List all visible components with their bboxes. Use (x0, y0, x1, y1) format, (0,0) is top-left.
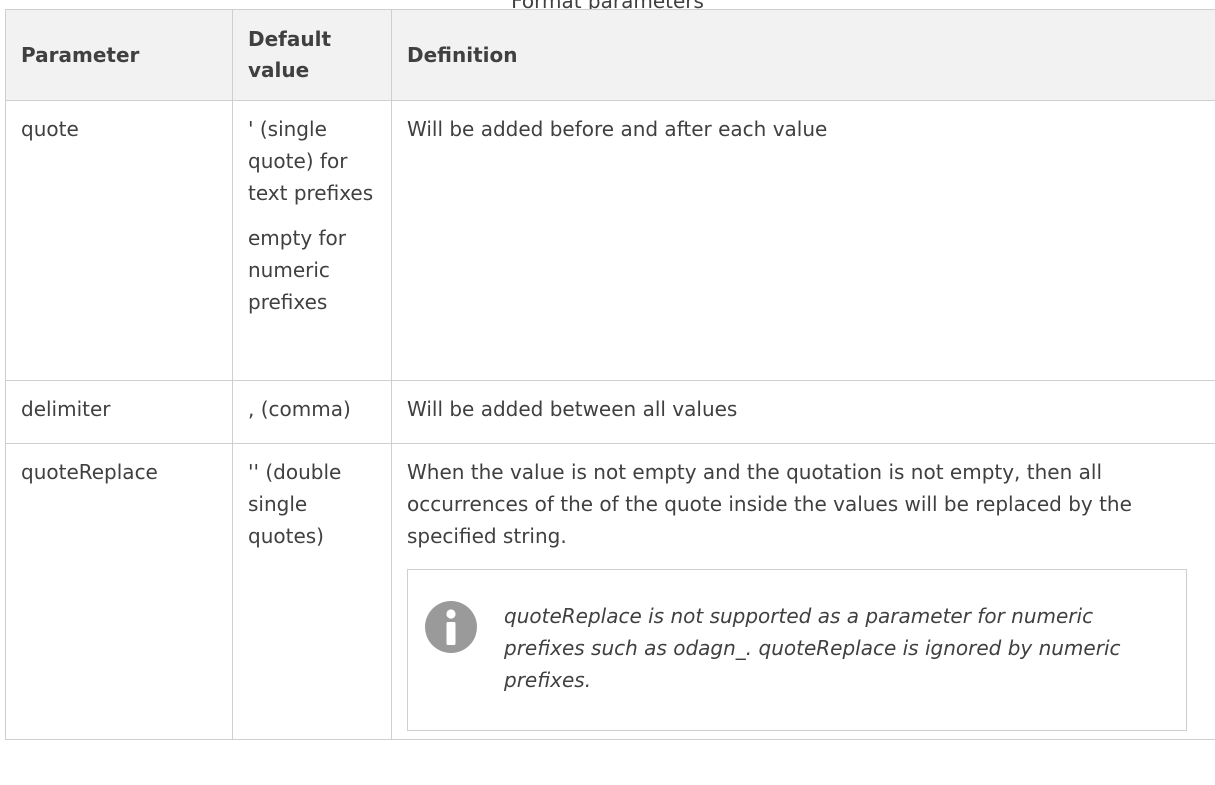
cell-parameter: quote (5, 100, 233, 381)
cell-definition: Will be added before and after each valu… (391, 100, 1215, 381)
cell-parameter: delimiter (5, 380, 233, 444)
header-default-value: Default value (232, 9, 392, 101)
table-row: quote ' (single quote) for text prefixes… (5, 100, 1215, 381)
table-header-row: Parameter Default value Definition (5, 9, 1215, 101)
cell-default-value: '' (double single quotes) (232, 443, 392, 740)
cell-definition: Will be added between all values (391, 380, 1215, 444)
info-icon (424, 600, 478, 654)
default-value-text: empty for numeric prefixes (248, 226, 347, 314)
cell-definition: When the value is not empty and the quot… (391, 443, 1215, 740)
cell-parameter: quoteReplace (5, 443, 233, 740)
table-row: delimiter , (comma) Will be added betwee… (5, 380, 1215, 444)
note-text: quoteReplace is not supported as a param… (504, 604, 1121, 692)
cell-default-value: ' (single quote) for text prefixes empty… (232, 100, 392, 381)
cell-default-value: , (comma) (232, 380, 392, 444)
format-parameters-table: Parameter Default value Definition quote… (5, 9, 1215, 740)
table-row: quoteReplace '' (double single quotes) W… (5, 443, 1215, 740)
header-parameter: Parameter (5, 9, 233, 101)
header-definition: Definition (391, 9, 1215, 101)
definition-text: When the value is not empty and the quot… (407, 460, 1132, 548)
default-value-text: ' (single quote) for text prefixes (248, 117, 374, 205)
info-note: quoteReplace is not supported as a param… (407, 569, 1187, 731)
